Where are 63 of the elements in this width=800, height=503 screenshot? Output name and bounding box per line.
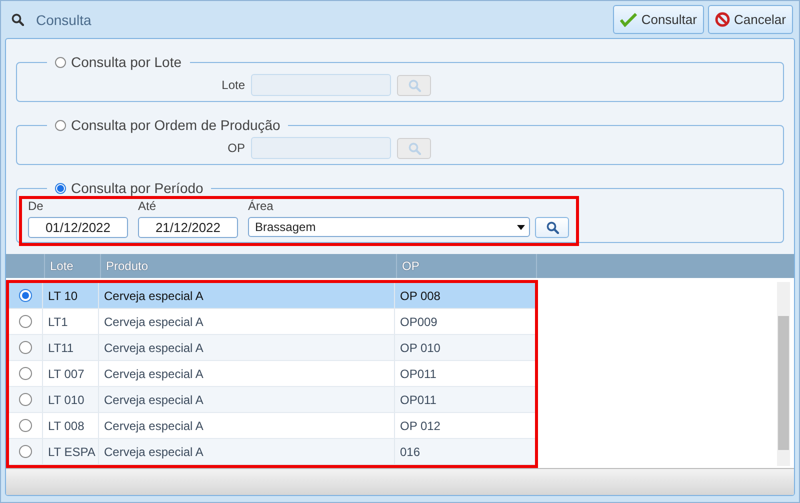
table-cell: Cerveja especial A	[98, 387, 394, 412]
table-row[interactable]: LT 007 Cerveja especial A OP011	[9, 361, 535, 387]
field-label: Lote	[221, 78, 245, 92]
table-cell: OP009	[394, 309, 528, 334]
confirm-button[interactable]: Consultar	[613, 5, 704, 34]
table-row[interactable]: LT 008 Cerveja especial A OP 012	[9, 413, 535, 439]
table-cell: Cerveja especial A	[98, 361, 394, 386]
radio-button[interactable]	[19, 289, 32, 302]
window-title: Consulta	[36, 12, 92, 28]
field-label: Até	[138, 199, 158, 213]
table-cell: Cerveja especial A	[98, 439, 394, 464]
input-field[interactable]	[251, 74, 391, 96]
radio-button[interactable]	[55, 120, 66, 130]
table-row[interactable]: LT1 Cerveja especial A OP009	[9, 309, 535, 335]
radio-button[interactable]	[19, 393, 32, 406]
search-icon	[408, 142, 420, 154]
search-icon	[546, 221, 558, 234]
radio-button[interactable]	[19, 419, 32, 432]
table-cell: 016	[394, 439, 528, 464]
prohibited-icon	[714, 12, 730, 27]
radio-button[interactable]	[19, 367, 32, 380]
table-row[interactable]: LT 010 Cerveja especial A OP011	[9, 387, 535, 413]
table-cell: OP 008	[394, 283, 528, 308]
table-cell: LT ESPA	[42, 439, 98, 464]
table-cell: LT 007	[42, 361, 98, 386]
section-title: Consulta por Ordem de Produção	[71, 117, 280, 133]
area-dropdown[interactable]: Brassagem	[248, 217, 530, 237]
table-cell: LT1	[42, 309, 98, 334]
radio-button[interactable]	[19, 445, 32, 458]
radio-button[interactable]	[19, 315, 32, 328]
table-cell: Cerveja especial A	[98, 283, 394, 308]
table-cell: LT 010	[42, 387, 98, 412]
input-field[interactable]	[251, 137, 391, 159]
table-cell: LT11	[42, 335, 98, 360]
table-cell: Cerveja especial A	[98, 413, 394, 438]
table-cell: OP011	[394, 387, 528, 412]
search-icon	[408, 78, 420, 92]
table-cell: Cerveja especial A	[98, 309, 394, 334]
search-button[interactable]	[535, 217, 569, 238]
cancel-button[interactable]: Cancelar	[708, 5, 793, 34]
date-field[interactable]: 01/12/2022	[28, 217, 128, 238]
radio-button[interactable]	[55, 56, 66, 68]
section-title: Consulta por Período	[71, 180, 204, 196]
table-cell: Cerveja especial A	[98, 335, 394, 360]
table-row[interactable]: LT ESPA Cerveja especial A 016	[9, 439, 535, 465]
table-cell: OP011	[394, 361, 528, 386]
scrollbar[interactable]	[777, 282, 790, 466]
table-row[interactable]: LT11 Cerveja especial A OP 010	[9, 335, 535, 361]
field-label: Área	[248, 199, 274, 213]
caret-icon	[517, 224, 525, 230]
field-label: De	[28, 199, 44, 213]
table-row[interactable]: LT 10 Cerveja especial A OP 008	[9, 283, 535, 309]
section-title: Consulta por Lote	[71, 54, 182, 70]
table-cell: LT 10	[42, 283, 98, 308]
table-cell: OP 010	[394, 335, 528, 360]
date-field[interactable]: 21/12/2022	[138, 217, 238, 238]
checkmark-icon	[620, 12, 638, 26]
radio-button[interactable]	[19, 341, 32, 354]
table-cell: LT 008	[42, 413, 98, 438]
table-cell: OP 012	[394, 413, 528, 438]
search-icon	[11, 13, 24, 26]
radio-button[interactable]	[55, 182, 66, 194]
field-label: OP	[226, 141, 245, 155]
